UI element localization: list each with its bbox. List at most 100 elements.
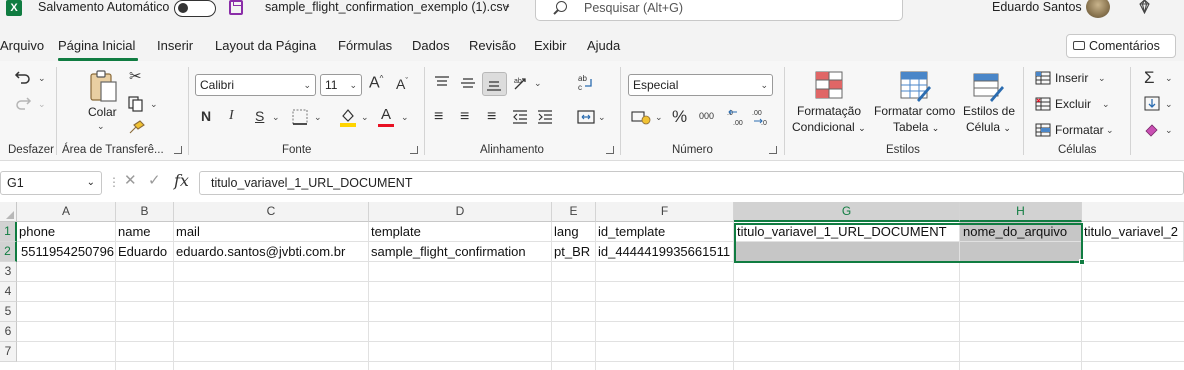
fill-icon[interactable] xyxy=(1144,96,1160,111)
column-header-b[interactable]: B xyxy=(116,202,174,222)
column-header-e[interactable]: E xyxy=(552,202,596,222)
borders-icon[interactable] xyxy=(291,108,309,126)
shrink-font-icon[interactable]: Aˇ xyxy=(396,77,408,91)
cell-g1[interactable]: titulo_variavel_1_URL_DOCUMENT xyxy=(734,222,960,242)
comma-style-icon[interactable]: 000 xyxy=(699,112,714,121)
underline-button[interactable]: S xyxy=(255,109,264,123)
column-header-h[interactable]: H xyxy=(960,202,1082,222)
comments-button[interactable]: Comentários xyxy=(1066,34,1176,58)
format-cells-label[interactable]: Formatar xyxy=(1055,123,1104,137)
align-center-icon[interactable]: ≡ xyxy=(460,109,469,125)
cell-b2[interactable]: Eduardo xyxy=(116,242,174,262)
fill-dropdown-icon[interactable]: ⌄ xyxy=(1165,99,1173,110)
cell-i2[interactable] xyxy=(1082,242,1184,262)
insert-function-icon[interactable]: fx xyxy=(174,171,189,190)
tab-formulas[interactable]: Fórmulas xyxy=(338,38,392,53)
column-header-f[interactable]: F xyxy=(596,202,734,222)
conditional-formatting-label-2[interactable]: Condicional ⌄ xyxy=(792,120,866,134)
number-launcher-icon[interactable] xyxy=(769,146,777,154)
row-header-5[interactable]: 5 xyxy=(0,302,17,322)
copy-dropdown-icon[interactable]: ⌄ xyxy=(150,99,158,110)
accounting-dropdown-icon[interactable]: ⌄ xyxy=(655,112,663,123)
chevron-down-icon[interactable]: ⌄ xyxy=(503,0,511,11)
row-header-1[interactable]: 1 xyxy=(0,222,17,242)
autosum-icon[interactable]: Σ xyxy=(1144,69,1155,86)
decrease-indent-icon[interactable] xyxy=(512,110,528,124)
column-header-a[interactable]: A xyxy=(17,202,116,222)
cell-g2[interactable] xyxy=(734,242,960,262)
tab-dados[interactable]: Dados xyxy=(412,38,450,53)
orientation-icon[interactable]: ab xyxy=(512,74,530,92)
merge-center-icon[interactable] xyxy=(577,109,595,125)
align-left-icon[interactable]: ≡ xyxy=(434,109,443,125)
alignment-launcher-icon[interactable] xyxy=(606,146,614,154)
delete-cells-icon[interactable] xyxy=(1035,97,1051,111)
autosave-toggle[interactable] xyxy=(174,0,216,17)
format-painter-icon[interactable] xyxy=(128,119,146,135)
fill-color-dropdown-icon[interactable]: ⌄ xyxy=(361,112,369,123)
empty-rows[interactable] xyxy=(17,262,1184,362)
percent-style-icon[interactable]: % xyxy=(672,108,687,125)
accounting-format-icon[interactable] xyxy=(631,109,651,125)
cell-styles-icon[interactable] xyxy=(972,70,1004,102)
row-header-4[interactable]: 4 xyxy=(0,282,17,302)
tab-arquivo[interactable]: Arquivo xyxy=(0,38,44,53)
insert-cells-label[interactable]: Inserir xyxy=(1055,71,1088,85)
row-header-2[interactable]: 2 xyxy=(0,242,17,262)
cell-d2[interactable]: sample_flight_confirmation xyxy=(369,242,552,262)
tab-layout-da-pagina[interactable]: Layout da Página xyxy=(215,38,316,53)
save-icon[interactable] xyxy=(229,0,243,15)
clear-dropdown-icon[interactable]: ⌄ xyxy=(1165,125,1173,136)
format-as-table-icon[interactable] xyxy=(899,70,931,102)
font-color-icon[interactable]: A xyxy=(381,107,391,122)
font-launcher-icon[interactable] xyxy=(410,146,418,154)
underline-dropdown-icon[interactable]: ⌄ xyxy=(272,112,280,123)
wrap-text-icon[interactable]: abc xyxy=(577,73,595,91)
conditional-formatting-icon[interactable] xyxy=(814,70,844,102)
name-box[interactable]: G1 ⌄ xyxy=(0,171,102,195)
cell-f2[interactable]: id_4444419935661511 xyxy=(596,242,734,262)
increase-indent-icon[interactable] xyxy=(537,110,553,124)
cell-h1[interactable]: nome_do_arquivo xyxy=(960,222,1082,242)
cell-b1[interactable]: name xyxy=(116,222,174,242)
increase-decimal-icon[interactable]: .0.00 xyxy=(727,107,747,127)
borders-dropdown-icon[interactable]: ⌄ xyxy=(314,112,322,123)
chevron-down-icon[interactable]: ⌄ xyxy=(87,172,95,194)
tab-inserir[interactable]: Inserir xyxy=(157,38,193,53)
grow-font-icon[interactable]: A^ xyxy=(369,75,383,91)
cell-c1[interactable]: mail xyxy=(174,222,369,242)
decrease-decimal-icon[interactable]: .00.0 xyxy=(752,107,772,127)
format-cells-icon[interactable] xyxy=(1035,123,1051,137)
diamond-icon[interactable] xyxy=(1137,0,1152,14)
row-header-7[interactable]: 7 xyxy=(0,342,17,362)
fill-handle[interactable] xyxy=(1079,259,1085,265)
font-family-select[interactable]: Calibri ⌄ xyxy=(195,74,316,96)
format-as-table-label-1[interactable]: Formatar como xyxy=(874,104,955,118)
tab-pagina-inicial[interactable]: Página Inicial xyxy=(58,38,135,53)
avatar[interactable] xyxy=(1086,0,1110,18)
more-options-icon[interactable]: ⋮ xyxy=(108,175,120,189)
delete-dropdown-icon[interactable]: ⌄ xyxy=(1102,99,1110,110)
column-header-g[interactable]: G xyxy=(734,202,960,222)
format-as-table-label-2[interactable]: Tabela ⌄ xyxy=(893,120,939,134)
cell-a1[interactable]: phone xyxy=(17,222,116,242)
font-size-select[interactable]: 11 ⌄ xyxy=(320,74,362,96)
redo-icon[interactable] xyxy=(14,95,32,111)
tab-ajuda[interactable]: Ajuda xyxy=(587,38,620,53)
search-input[interactable]: Pesquisar (Alt+G) xyxy=(535,0,903,21)
row-header-6[interactable]: 6 xyxy=(0,322,17,342)
cancel-icon[interactable]: ✕ xyxy=(124,171,137,189)
cell-a2[interactable]: 5511954250796 xyxy=(17,242,116,262)
conditional-formatting-label-1[interactable]: Formatação xyxy=(797,104,861,118)
font-color-dropdown-icon[interactable]: ⌄ xyxy=(401,112,409,123)
column-header-c[interactable]: C xyxy=(174,202,369,222)
cell-d1[interactable]: template xyxy=(369,222,552,242)
bold-button[interactable]: N xyxy=(201,109,211,123)
number-format-select[interactable]: Especial ⌄ xyxy=(628,74,773,96)
fill-color-icon[interactable] xyxy=(339,107,357,127)
delete-cells-label[interactable]: Excluir xyxy=(1055,97,1091,111)
undo-dropdown-icon[interactable]: ⌄ xyxy=(38,73,46,84)
paste-dropdown-icon[interactable]: ⌄ xyxy=(97,121,105,132)
user-name[interactable]: Eduardo Santos xyxy=(992,0,1082,14)
redo-dropdown-icon[interactable]: ⌄ xyxy=(38,99,46,110)
